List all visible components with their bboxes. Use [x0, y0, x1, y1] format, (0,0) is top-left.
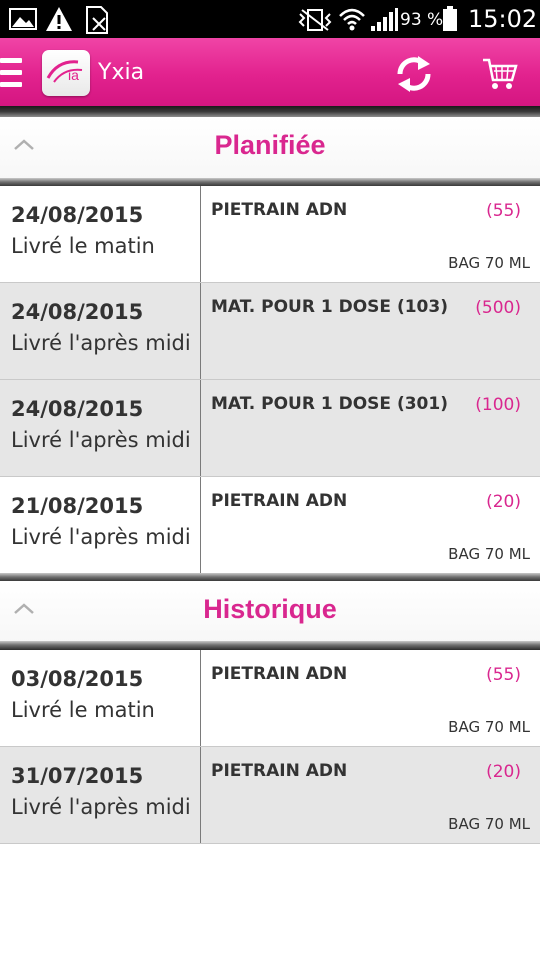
quantity: (500)	[475, 298, 521, 318]
column-divider	[200, 650, 201, 746]
product-name: PIETRAIN ADN	[211, 200, 348, 220]
delivery-time: Livré l'après midi	[11, 428, 191, 452]
delivery-time: Livré l'après midi	[11, 525, 191, 549]
order-row[interactable]: 31/07/2015 Livré l'après midi PIETRAIN A…	[0, 747, 540, 844]
order-date: 24/08/2015	[11, 203, 144, 227]
order-row[interactable]: 21/08/2015 Livré l'après midi PIETRAIN A…	[0, 477, 540, 574]
section-header-historique[interactable]: Historique	[0, 581, 540, 643]
order-date: 31/07/2015	[11, 764, 144, 788]
quantity: (100)	[475, 395, 521, 415]
sim-icon	[86, 6, 108, 34]
wifi-icon	[339, 8, 365, 31]
vibrate-icon	[298, 9, 332, 31]
quantity: (55)	[486, 665, 521, 685]
order-date: 03/08/2015	[11, 667, 144, 691]
column-divider	[200, 380, 201, 476]
product-name: PIETRAIN ADN	[211, 491, 348, 511]
order-date: 24/08/2015	[11, 397, 144, 421]
column-divider	[200, 747, 201, 843]
app-title: Yxia	[98, 60, 145, 85]
section-title: Planifiée	[214, 130, 326, 160]
section-divider	[0, 641, 540, 650]
delivery-time: Livré l'après midi	[11, 331, 191, 355]
logo-icon: ia	[46, 60, 83, 83]
order-row[interactable]: 03/08/2015 Livré le matin PIETRAIN ADN (…	[0, 650, 540, 747]
image-icon	[9, 8, 37, 30]
status-bar: 93 % 15:02	[0, 0, 540, 38]
product-name: PIETRAIN ADN	[211, 664, 348, 684]
signal-icon	[371, 8, 398, 31]
order-date: 24/08/2015	[11, 300, 144, 324]
cart-button[interactable]	[480, 54, 520, 94]
order-date: 21/08/2015	[11, 494, 144, 518]
packaging: BAG 70 ML	[448, 254, 530, 272]
quantity: (20)	[486, 492, 521, 512]
cart-icon	[483, 58, 518, 89]
product-name: MAT. POUR 1 DOSE (103)	[211, 297, 448, 317]
quantity: (20)	[486, 762, 521, 782]
refresh-icon	[397, 56, 431, 92]
app-logo: ia	[42, 50, 90, 96]
delivery-time: Livré le matin	[11, 698, 155, 722]
clock: 15:02	[468, 5, 538, 33]
packaging: BAG 70 ML	[448, 718, 530, 736]
warning-icon	[46, 7, 72, 31]
section-title: Historique	[203, 594, 337, 624]
packaging: BAG 70 ML	[448, 545, 530, 563]
svg-text:ia: ia	[68, 67, 79, 83]
column-divider	[200, 186, 201, 282]
section-header-planifiee[interactable]: Planifiée	[0, 117, 540, 179]
menu-icon[interactable]	[0, 58, 24, 92]
order-row[interactable]: 24/08/2015 Livré le matin PIETRAIN ADN (…	[0, 186, 540, 283]
refresh-button[interactable]	[392, 52, 436, 96]
delivery-time: Livré l'après midi	[11, 795, 191, 819]
product-name: PIETRAIN ADN	[211, 761, 348, 781]
packaging: BAG 70 ML	[448, 815, 530, 833]
column-divider	[200, 477, 201, 573]
order-row[interactable]: 24/08/2015 Livré l'après midi MAT. POUR …	[0, 283, 540, 380]
delivery-time: Livré le matin	[11, 234, 155, 258]
quantity: (55)	[486, 201, 521, 221]
battery-icon	[443, 6, 457, 31]
product-name: MAT. POUR 1 DOSE (301)	[211, 394, 448, 414]
column-divider	[200, 283, 201, 379]
order-row[interactable]: 24/08/2015 Livré l'après midi MAT. POUR …	[0, 380, 540, 477]
battery-percentage: 93 %	[400, 10, 444, 30]
